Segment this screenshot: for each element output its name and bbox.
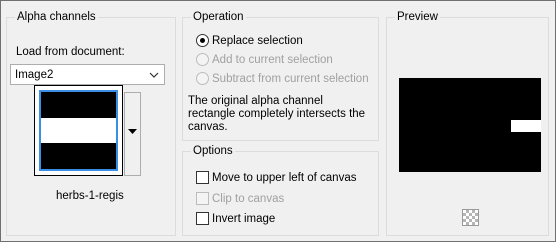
preview-title: Preview — [395, 10, 440, 24]
document-select[interactable]: Image2 — [10, 64, 165, 85]
transparency-checker-icon[interactable] — [462, 209, 479, 226]
document-select-value: Image2 — [15, 69, 54, 81]
subtract-selection-radio[interactable] — [196, 72, 209, 85]
clip-to-canvas-checkbox[interactable] — [196, 192, 209, 205]
load-label-text: Load from document: — [16, 46, 125, 58]
thumbnail-black-band-bottom — [41, 143, 116, 169]
operation-title: Operation — [191, 10, 246, 24]
preview-canvas — [399, 78, 541, 172]
operation-description-line-3: canvas. — [188, 121, 228, 133]
subtract-selection-label[interactable]: Subtract from current selection — [212, 72, 369, 86]
invert-image-label[interactable]: Invert image — [212, 212, 275, 226]
operation-description-line-1: The original alpha channel — [188, 95, 323, 107]
move-to-upper-left-checkbox[interactable] — [196, 171, 209, 184]
clip-to-canvas-label[interactable]: Clip to canvas — [212, 192, 284, 206]
replace-selection-label[interactable]: Replace selection — [212, 34, 303, 48]
thumbnail-white-band — [41, 118, 116, 143]
add-selection-radio[interactable] — [196, 53, 209, 66]
options-title: Options — [191, 144, 235, 158]
channel-thumbnail[interactable] — [34, 85, 123, 176]
load-from-document-label: Load from document: — [16, 45, 125, 59]
add-selection-label[interactable]: Add to current selection — [212, 53, 333, 67]
replace-selection-radio[interactable] — [196, 34, 209, 47]
triangle-down-icon — [128, 129, 137, 134]
chevron-down-icon — [149, 72, 159, 78]
invert-image-checkbox[interactable] — [196, 212, 209, 225]
channel-thumbnail-image — [39, 90, 118, 171]
channel-name: herbs-1-regis — [56, 190, 124, 202]
move-to-upper-left-label[interactable]: Move to upper left of canvas — [212, 171, 356, 185]
channel-list-dropdown-button[interactable] — [124, 92, 141, 176]
preview-selection-region — [511, 120, 541, 132]
thumbnail-black-band-top — [41, 92, 116, 118]
operation-description-line-2: rectangle completely intersects the — [188, 108, 366, 120]
alpha-channels-title: Alpha channels — [15, 10, 98, 24]
